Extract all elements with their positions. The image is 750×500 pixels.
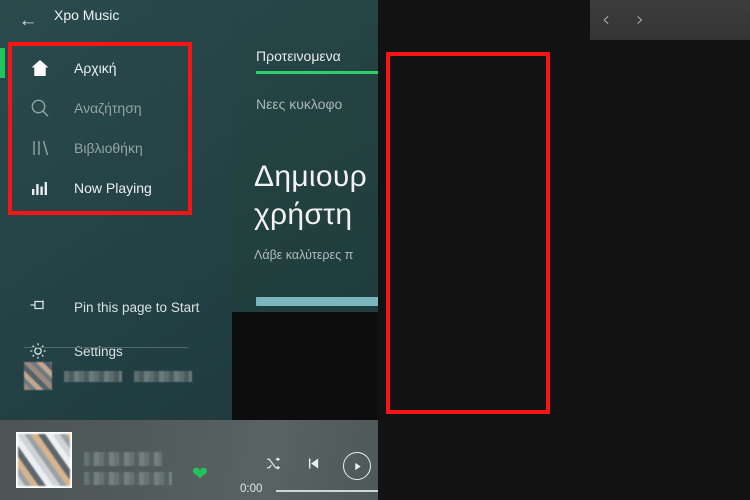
spotify-nav-arrows: ‹ › (596, 8, 650, 30)
chevron-left-icon[interactable]: ‹ (596, 8, 616, 30)
search-icon (28, 96, 52, 120)
account-meta-redacted (134, 370, 192, 382)
nav-item-library-label: Βιβλιοθήκη (74, 140, 143, 156)
nav-item-now-playing-label: Now Playing (74, 180, 152, 196)
tab-active-underline (256, 71, 378, 74)
pin-icon (26, 295, 50, 319)
hero-progress-strip (256, 297, 378, 306)
player-controls (265, 452, 371, 480)
nav-item-now-playing[interactable]: Now Playing (14, 168, 194, 208)
nav-item-search-label: Αναζήτηση (74, 100, 142, 116)
tab-new-releases[interactable]: Νεες κυκλοφο (256, 96, 342, 112)
xpo-nav-list: Αρχική Αναζήτηση Βιβλιοθήκη Now Playing (14, 48, 194, 208)
now-playing-icon (28, 176, 52, 200)
avatar (24, 362, 52, 390)
hero-heading-line2: χρήστη (254, 198, 353, 231)
tab-recommended[interactable]: Προτεινομενα (256, 48, 378, 64)
xpo-content-lower-dark (232, 312, 378, 420)
home-icon (28, 56, 52, 80)
pin-to-start-label: Pin this page to Start (74, 299, 200, 315)
shuffle-icon[interactable] (265, 455, 282, 477)
elapsed-time: 0:00 (240, 483, 263, 495)
app-title: Xpo Music (54, 7, 120, 23)
heart-icon[interactable]: ❤ (192, 465, 208, 484)
track-title-redacted (84, 452, 162, 466)
xpo-flyout-actions: Pin this page to Start Settings (14, 285, 204, 373)
nav-item-home-label: Αρχική (74, 60, 117, 76)
xpo-nav-flyout: ← Xpo Music Αρχική Αναζήτηση Βιβλιοθήκη … (0, 0, 232, 420)
library-icon (28, 136, 52, 160)
previous-icon[interactable] (304, 455, 321, 477)
nav-item-library[interactable]: Βιβλιοθήκη (14, 128, 194, 168)
track-artist-redacted (84, 472, 172, 485)
nav-item-search[interactable]: Αναζήτηση (14, 88, 194, 128)
xpo-music-window: Προτεινομενα Νεες κυκλοφο Δημιουρ χρήστη… (0, 0, 378, 500)
account-name-redacted (64, 370, 122, 382)
now-playing-artwork[interactable] (16, 432, 72, 488)
nav-item-home[interactable]: Αρχική (14, 48, 194, 88)
seek-bar[interactable] (276, 490, 378, 492)
flyout-divider (24, 347, 188, 348)
spotify-window: Home Recently played Το 1ο Daily Mix σου… (378, 0, 750, 500)
pin-to-start-button[interactable]: Pin this page to Start (14, 285, 204, 329)
player-bar: ❤ 0:00 (0, 420, 378, 500)
artwork-image (18, 434, 70, 486)
hero-heading-line1: Δημιουρ (254, 160, 367, 193)
screenshot-root: Home Recently played Το 1ο Daily Mix σου… (0, 0, 750, 500)
chevron-right-icon[interactable]: › (630, 8, 650, 30)
selected-indicator-bar (0, 48, 5, 78)
play-icon[interactable] (343, 452, 371, 480)
back-arrow-icon[interactable]: ← (14, 8, 42, 34)
xpo-tabs: Προτεινομενα (256, 48, 378, 74)
settings-label: Settings (74, 343, 123, 359)
gear-icon (26, 339, 50, 363)
account-row[interactable] (24, 362, 192, 390)
hero-subtitle: Λάβε καλύτερες π (254, 248, 354, 262)
